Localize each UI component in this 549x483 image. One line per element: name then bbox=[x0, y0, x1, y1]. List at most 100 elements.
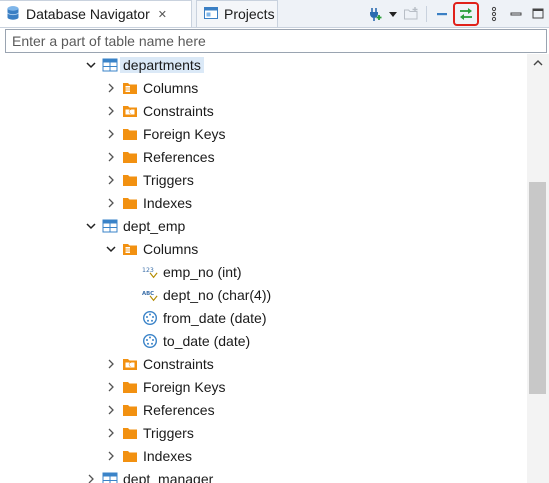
tree-item-references[interactable]: References bbox=[0, 399, 527, 421]
string-column-icon: ABC bbox=[142, 287, 158, 303]
navigator-tree: departments Columns C Constraints Foreign Ke… bbox=[0, 54, 527, 483]
tree-item-columns[interactable]: Columns bbox=[0, 238, 527, 260]
expand-chevron-icon[interactable] bbox=[104, 100, 118, 122]
tree-item-triggers[interactable]: Triggers bbox=[0, 422, 527, 444]
tree-item-to-date-date[interactable]: to_date (date) bbox=[0, 330, 527, 352]
folder-icon bbox=[122, 172, 138, 188]
minimize-icon[interactable] bbox=[505, 3, 527, 25]
constraints-folder-icon: C bbox=[122, 103, 138, 119]
tree-item-label: Columns bbox=[143, 241, 199, 257]
tree-item-dept-emp[interactable]: dept_emp bbox=[0, 215, 527, 237]
svg-text:C: C bbox=[128, 363, 131, 369]
tree-item-label: Indexes bbox=[143, 448, 193, 464]
expand-chevron-icon[interactable] bbox=[104, 192, 118, 214]
collapse-chevron-icon[interactable] bbox=[84, 215, 98, 237]
view-toolbar bbox=[364, 0, 549, 27]
table-filter bbox=[5, 29, 547, 53]
expand-chevron-icon[interactable] bbox=[104, 123, 118, 145]
scroll-up-arrow-icon[interactable] bbox=[527, 54, 549, 72]
tree-item-emp-no-int[interactable]: 123 emp_no (int) bbox=[0, 261, 527, 283]
tree-item-label: Triggers bbox=[143, 172, 194, 188]
tree-item-indexes[interactable]: Indexes bbox=[0, 445, 527, 467]
expand-chevron-icon[interactable] bbox=[104, 376, 118, 398]
vertical-scrollbar[interactable] bbox=[527, 54, 549, 483]
maximize-icon[interactable] bbox=[527, 3, 549, 25]
tree-item-columns[interactable]: Columns bbox=[0, 77, 527, 99]
tree-item-dept-manager[interactable]: dept_manager bbox=[0, 468, 527, 483]
tree-item-triggers[interactable]: Triggers bbox=[0, 169, 527, 191]
table-icon bbox=[102, 471, 118, 483]
dropdown-arrow-icon[interactable] bbox=[386, 3, 400, 25]
tree-item-label: dept_no (char(4)) bbox=[163, 287, 272, 303]
folder-icon bbox=[122, 379, 138, 395]
tab-database-navigator[interactable]: Database Navigator ✕ bbox=[0, 0, 192, 27]
tab-projects[interactable]: Projects bbox=[196, 0, 278, 27]
date-column-icon bbox=[142, 310, 158, 326]
tree-item-label: from_date (date) bbox=[163, 310, 267, 326]
expand-chevron-icon[interactable] bbox=[104, 445, 118, 467]
tree-item-indexes[interactable]: Indexes bbox=[0, 192, 527, 214]
view-tab-bar: Database Navigator ✕ Projects bbox=[0, 0, 549, 28]
tree-item-label: Indexes bbox=[143, 195, 193, 211]
tree-item-constraints[interactable]: C Constraints bbox=[0, 100, 527, 122]
new-connection-icon[interactable] bbox=[364, 3, 386, 25]
columns-folder-icon bbox=[122, 241, 138, 257]
scroll-thumb[interactable] bbox=[529, 182, 546, 394]
folder-icon bbox=[122, 448, 138, 464]
expand-chevron-icon[interactable] bbox=[84, 468, 98, 483]
tree-item-foreign-keys[interactable]: Foreign Keys bbox=[0, 123, 527, 145]
table-icon bbox=[102, 218, 118, 234]
tree-item-label: dept_manager bbox=[123, 471, 214, 483]
expand-chevron-icon[interactable] bbox=[104, 77, 118, 99]
tree-item-label: Foreign Keys bbox=[143, 126, 226, 142]
expand-chevron-icon[interactable] bbox=[104, 146, 118, 168]
tree-item-from-date-date[interactable]: from_date (date) bbox=[0, 307, 527, 329]
table-name-filter-input[interactable] bbox=[5, 29, 547, 53]
close-tab-icon[interactable]: ✕ bbox=[158, 8, 167, 21]
collapse-chevron-icon[interactable] bbox=[104, 238, 118, 260]
constraints-folder-icon: C bbox=[122, 356, 138, 372]
tree-item-label: departments bbox=[120, 57, 204, 73]
folder-icon bbox=[122, 402, 138, 418]
tree-item-label: References bbox=[143, 402, 215, 418]
tree-item-label: emp_no (int) bbox=[163, 264, 242, 280]
view-menu-icon[interactable] bbox=[483, 3, 505, 25]
tree-item-label: Constraints bbox=[143, 356, 214, 372]
tree-item-label: Foreign Keys bbox=[143, 379, 226, 395]
date-column-icon bbox=[142, 333, 158, 349]
tree-item-departments[interactable]: departments bbox=[0, 54, 527, 76]
tree-item-constraints[interactable]: C Constraints bbox=[0, 353, 527, 375]
expand-chevron-icon[interactable] bbox=[104, 399, 118, 421]
link-with-editor-icon[interactable] bbox=[453, 1, 479, 26]
tree-item-label: References bbox=[143, 149, 215, 165]
expand-chevron-icon[interactable] bbox=[104, 422, 118, 444]
folder-icon bbox=[122, 149, 138, 165]
database-icon bbox=[5, 5, 21, 24]
svg-text:ABC: ABC bbox=[142, 291, 154, 297]
folder-icon bbox=[122, 425, 138, 441]
svg-text:123: 123 bbox=[142, 267, 154, 274]
tree-item-label: Columns bbox=[143, 80, 199, 96]
folder-icon bbox=[122, 126, 138, 142]
tree-item-label: dept_emp bbox=[123, 218, 186, 234]
expand-chevron-icon[interactable] bbox=[104, 169, 118, 191]
tree-item-label: to_date (date) bbox=[163, 333, 251, 349]
collapse-all-icon[interactable] bbox=[431, 3, 453, 25]
tree-item-dept-no-char-4[interactable]: ABC dept_no (char(4)) bbox=[0, 284, 527, 306]
svg-text:C: C bbox=[128, 110, 131, 116]
expand-chevron-icon[interactable] bbox=[104, 353, 118, 375]
toolbar-separator bbox=[426, 5, 427, 22]
numeric-column-icon: 123 bbox=[142, 264, 158, 280]
folder-icon bbox=[122, 195, 138, 211]
new-folder-icon[interactable] bbox=[400, 3, 422, 25]
tab-label: Database Navigator bbox=[26, 6, 150, 22]
tab-label: Projects bbox=[224, 6, 275, 22]
collapse-chevron-icon[interactable] bbox=[84, 54, 98, 76]
tree-item-references[interactable]: References bbox=[0, 146, 527, 168]
tree-item-foreign-keys[interactable]: Foreign Keys bbox=[0, 376, 527, 398]
tree-item-label: Triggers bbox=[143, 425, 194, 441]
